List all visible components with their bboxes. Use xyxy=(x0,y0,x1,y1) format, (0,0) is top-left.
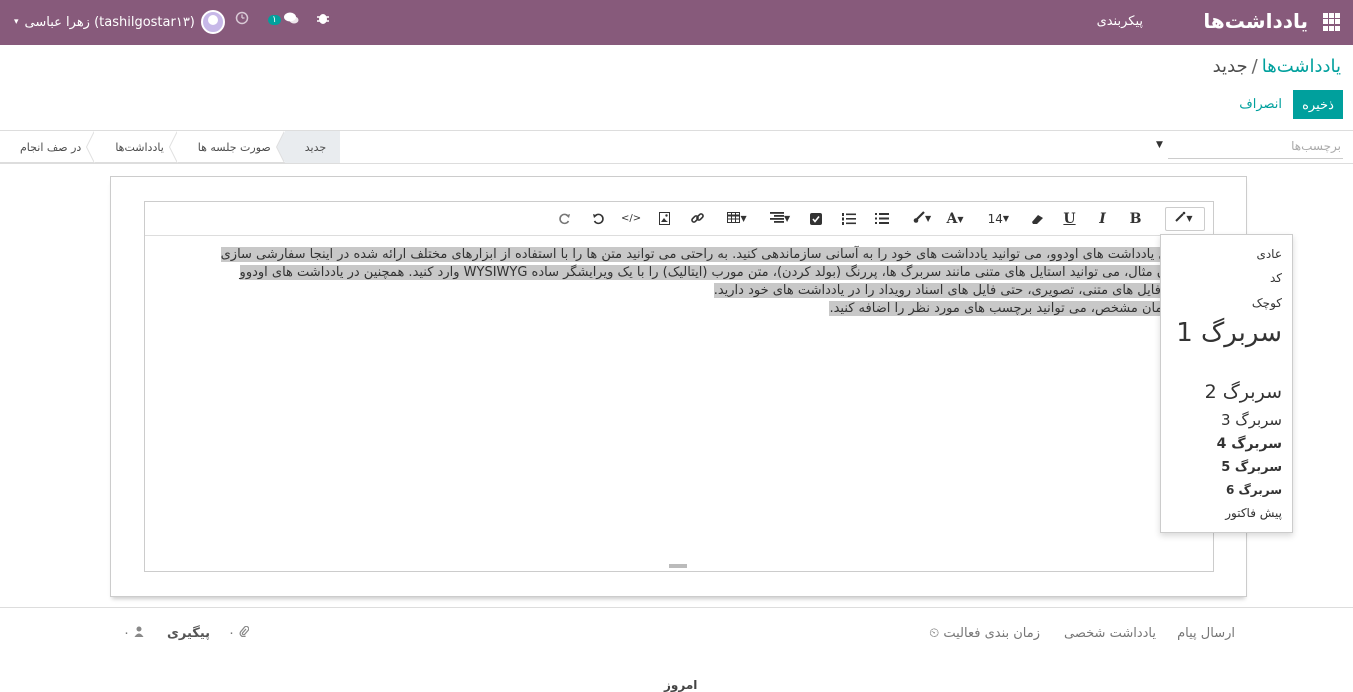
font-size-dropdown[interactable]: 14 ▼ xyxy=(988,207,1017,231)
message-count-badge: ۱ xyxy=(268,15,281,25)
breadcrumb-parent[interactable]: یادداشت‌ها xyxy=(1262,56,1341,77)
style-dropdown-button[interactable]: ▼ xyxy=(1165,206,1205,231)
tags-field[interactable]: برچسب‌ها ▼ xyxy=(1156,137,1343,159)
menu-configuration[interactable]: پیکربندی xyxy=(1097,14,1143,29)
clock-icon: ⏲ xyxy=(929,626,940,641)
code-view-button[interactable]: </> xyxy=(618,207,645,231)
resize-handle[interactable] xyxy=(669,564,687,568)
bug-icon[interactable] xyxy=(316,11,330,25)
top-navbar: یادداشت‌ها پیکربندی ۱ ▾ زهرا عباسی (tash… xyxy=(0,0,1353,45)
breadcrumb-separator: / xyxy=(1251,56,1258,77)
stage-todo[interactable]: در صف انجام xyxy=(0,131,95,163)
chevron-down-icon[interactable]: ▼ xyxy=(1156,140,1163,150)
paperclip-icon xyxy=(239,625,250,641)
messaging-menu[interactable]: ۱ xyxy=(268,11,299,29)
redo-icon[interactable] xyxy=(552,207,579,231)
style-normal[interactable]: عادی xyxy=(1256,247,1282,261)
style-heading-4[interactable]: سربرگ 4 xyxy=(1217,436,1282,452)
divider xyxy=(0,163,1353,164)
user-icon xyxy=(134,626,144,641)
italic-button[interactable]: I xyxy=(1089,207,1116,231)
style-code[interactable]: کد xyxy=(1270,271,1282,285)
stage-meeting-minutes[interactable]: صورت جلسه ها xyxy=(168,131,285,163)
font-color-dropdown[interactable]: A ▼ xyxy=(945,207,972,231)
image-icon[interactable] xyxy=(651,207,678,231)
brush-dropdown[interactable]: ▼ xyxy=(912,207,939,231)
breadcrumb-current: جدید xyxy=(1212,56,1248,77)
table-dropdown[interactable]: ▼ xyxy=(727,207,754,231)
attachments-button[interactable]: ۰ xyxy=(228,625,250,641)
ordered-list-button[interactable] xyxy=(836,207,863,231)
avatar xyxy=(200,10,225,34)
apps-grid-icon[interactable] xyxy=(1323,13,1341,31)
brush-icon xyxy=(913,211,925,226)
content-line-4: یک سازمان مشخص، می توانید برچسب های مورد… xyxy=(829,301,1203,316)
unordered-list-button[interactable] xyxy=(869,207,896,231)
chevron-down-icon: ▼ xyxy=(1186,214,1193,223)
chevron-down-icon: ▼ xyxy=(924,214,932,223)
stage-notes[interactable]: یادداشت‌ها xyxy=(86,131,177,163)
chevron-down-icon: ▾ xyxy=(14,17,19,27)
style-heading-3[interactable]: سربرگ 3 xyxy=(1221,411,1282,429)
magic-wand-icon xyxy=(1174,211,1186,226)
editor-content[interactable]: با ماژول یادداشت های اودوو، می توانید یا… xyxy=(153,246,1203,318)
stage-new[interactable]: جدید xyxy=(275,131,341,163)
undo-icon[interactable] xyxy=(585,207,612,231)
log-note-button[interactable]: یادداشت شخصی xyxy=(1064,626,1156,641)
form-sheet: ▼ B I U 14 ▼ A ▼ ▼ ▼ ▼ </> با ماژول یادد… xyxy=(110,176,1247,597)
attachments-count: ۰ xyxy=(228,626,235,641)
style-heading-1[interactable]: سربرگ 1 xyxy=(1168,319,1282,347)
checklist-button[interactable] xyxy=(803,207,830,231)
chevron-down-icon: ▼ xyxy=(740,214,747,223)
html-editor[interactable]: ▼ B I U 14 ▼ A ▼ ▼ ▼ ▼ </> با ماژول یادد… xyxy=(144,201,1214,572)
font-color-icon: A xyxy=(946,210,958,227)
followers-button[interactable]: ۰ xyxy=(123,626,144,641)
chevron-down-icon: ▼ xyxy=(957,213,964,224)
save-button[interactable]: ذخیره xyxy=(1293,90,1343,119)
font-size-value: 14 xyxy=(987,211,1003,226)
clock-icon[interactable] xyxy=(235,11,249,25)
followers-count: ۰ xyxy=(123,626,130,641)
style-heading-2[interactable]: سربرگ 2 xyxy=(1205,381,1282,403)
breadcrumb: یادداشت‌ها/جدید xyxy=(1213,56,1341,77)
cancel-button[interactable]: انصراف xyxy=(1239,96,1282,112)
chevron-down-icon: ▼ xyxy=(783,214,791,223)
style-heading-5[interactable]: سربرگ 5 xyxy=(1221,460,1282,475)
user-name: زهرا عباسی (tashilgostar۱۳) xyxy=(24,14,195,30)
eraser-icon[interactable] xyxy=(1023,207,1050,231)
link-icon[interactable] xyxy=(684,207,711,231)
style-dropdown-menu: عادی کد کوچک سربرگ 1 سربرگ 2 سربرگ 3 سرب… xyxy=(1160,234,1293,533)
chat-icon xyxy=(283,11,299,29)
editor-toolbar: ▼ B I U 14 ▼ A ▼ ▼ ▼ ▼ </> xyxy=(145,202,1213,236)
content-line-1: با ماژول یادداشت های اودوو، می توانید یا… xyxy=(220,247,1203,262)
stage-statusbar: جدید صورت جلسه ها یادداشت‌ها در صف انجام xyxy=(0,131,341,163)
paragraph-align-dropdown[interactable]: ▼ xyxy=(769,207,797,231)
send-message-button[interactable]: ارسال پیام xyxy=(1177,626,1235,641)
style-heading-6[interactable]: سربرگ 6 xyxy=(1226,483,1282,497)
bold-button[interactable]: B xyxy=(1122,207,1149,231)
align-right-icon xyxy=(769,211,784,226)
table-icon xyxy=(727,211,741,226)
user-menu[interactable]: ▾ زهرا عباسی (tashilgostar۱۳) xyxy=(14,7,225,37)
chevron-down-icon: ▼ xyxy=(1002,214,1009,223)
app-brand[interactable]: یادداشت‌ها xyxy=(1203,9,1308,33)
schedule-activity-label: زمان بندی فعالیت xyxy=(943,626,1040,641)
content-line-3: پیوست فایل های متنی، تصویری، حتی فایل ها… xyxy=(713,283,1203,298)
underline-button[interactable]: U xyxy=(1056,207,1083,231)
tags-placeholder: برچسب‌ها xyxy=(1291,139,1341,153)
schedule-activity-button[interactable]: ⏲ زمان بندی فعالیت xyxy=(929,626,1040,641)
style-small[interactable]: کوچک xyxy=(1252,296,1282,310)
follow-button[interactable]: پیگیری xyxy=(167,626,210,641)
style-preformatted[interactable]: پیش فاکتور xyxy=(1225,506,1282,520)
content-line-2: به عنوان مثال، می توانید استایل های متنی… xyxy=(239,265,1203,280)
